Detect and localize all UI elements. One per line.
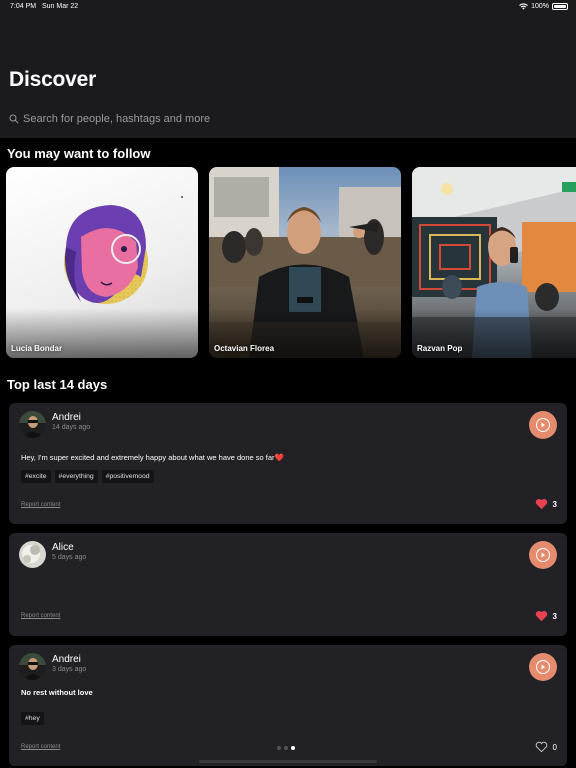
status-right: 100% (519, 3, 568, 10)
wifi-icon (519, 3, 528, 10)
post-card[interactable]: Andrei 14 days ago Hey, I'm super excite… (9, 403, 567, 524)
status-bar: 7:04 PM Sun Mar 22 100% (0, 0, 576, 16)
post-timestamp: 5 days ago (52, 554, 87, 561)
heart-filled-icon (535, 610, 547, 622)
status-date: Sun Mar 22 (42, 3, 79, 10)
post-timestamp: 3 days ago (52, 666, 87, 673)
page-dot-active[interactable] (291, 746, 295, 750)
follow-card-octavian[interactable]: Octavian Florea (209, 167, 401, 358)
author-name[interactable]: Alice (52, 542, 74, 553)
page-dot[interactable] (277, 746, 281, 750)
follow-card-name: Octavian Florea (214, 344, 275, 353)
heart-outline-icon (535, 741, 547, 753)
tag-list: #excite #everything #positivemood (21, 470, 154, 483)
post-text: No rest without love (21, 688, 93, 697)
like-count: 3 (552, 499, 557, 509)
play-button[interactable] (529, 653, 557, 681)
author-avatar[interactable] (19, 411, 46, 438)
author-avatar[interactable] (19, 541, 46, 568)
play-icon (536, 548, 550, 562)
play-icon (536, 660, 550, 674)
follow-card-razvan[interactable]: Razvan Pop (412, 167, 576, 358)
tag-list: #hey (21, 712, 44, 725)
status-time: 7:04 PM (10, 3, 37, 10)
search-icon (9, 114, 19, 124)
follow-section-title: You may want to follow (7, 146, 151, 161)
page-title: Discover (9, 68, 97, 91)
author-name[interactable]: Andrei (52, 654, 81, 665)
follow-card-name: Razvan Pop (417, 344, 463, 353)
top-section-title: Top last 14 days (7, 377, 108, 392)
report-content-link[interactable]: Report content (21, 613, 60, 619)
battery-percent: 100% (531, 3, 549, 10)
post-card[interactable]: Alice 5 days ago Report content 3 (9, 533, 567, 636)
search-placeholder: Search for people, hashtags and more (23, 113, 211, 125)
play-button[interactable] (529, 541, 557, 569)
hashtag[interactable]: #excite (21, 470, 51, 483)
follow-card-name: Lucia Bondar (11, 344, 63, 353)
page-indicator[interactable] (277, 746, 295, 750)
like-button[interactable]: 0 (535, 741, 557, 753)
follow-card-lucia[interactable]: Lucia Bondar (6, 167, 198, 358)
heart-filled-icon (535, 498, 547, 510)
header: Discover Search for people, hashtags and… (0, 16, 576, 138)
author-name[interactable]: Andrei (52, 412, 81, 423)
like-count: 0 (552, 742, 557, 752)
avatar-image (19, 653, 46, 680)
follow-carousel[interactable]: Lucia Bondar Octavian Florea Razvan Pop (6, 167, 576, 358)
avatar-image (19, 541, 46, 568)
play-icon (536, 418, 550, 432)
report-content-link[interactable]: Report content (21, 744, 60, 750)
home-indicator[interactable] (199, 760, 377, 763)
battery-icon (552, 3, 568, 10)
like-button[interactable]: 3 (535, 498, 557, 510)
hashtag[interactable]: #hey (21, 712, 44, 725)
hashtag[interactable]: #everything (54, 470, 98, 483)
like-button[interactable]: 3 (535, 610, 557, 622)
page-dot[interactable] (284, 746, 288, 750)
search-input[interactable]: Search for people, hashtags and more (9, 113, 210, 125)
like-count: 3 (552, 611, 557, 621)
author-avatar[interactable] (19, 653, 46, 680)
post-text: Hey, I'm super excited and extremely hap… (21, 453, 284, 462)
post-timestamp: 14 days ago (52, 424, 91, 431)
avatar-image (19, 411, 46, 438)
hashtag[interactable]: #positivemood (101, 470, 154, 483)
report-content-link[interactable]: Report content (21, 502, 60, 508)
play-button[interactable] (529, 411, 557, 439)
